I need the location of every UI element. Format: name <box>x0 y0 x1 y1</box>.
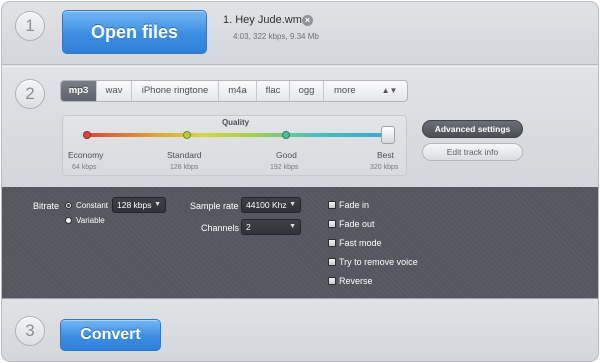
reverse-checkbox[interactable] <box>328 277 336 285</box>
file-name: 1. Hey Jude.wma <box>223 14 308 26</box>
tab-m4a[interactable]: m4a <box>219 81 257 101</box>
bitrate-constant-radio[interactable] <box>65 202 72 209</box>
quality-dot-good[interactable] <box>282 131 290 139</box>
app-window: 1 Open files 1. Hey Jude.wma × 4:03, 322… <box>1 1 599 362</box>
reverse-label: Reverse <box>339 276 373 286</box>
fast-mode-label: Fast mode <box>339 238 382 248</box>
sample-rate-select[interactable]: 44100 Khz ▼ <box>241 197 301 213</box>
bitrate-select[interactable]: 128 kbps ▼ <box>112 197 166 213</box>
bitrate-variable-label: Variable <box>76 216 105 225</box>
quality-label-economy: Economy <box>68 150 104 160</box>
quality-slider-panel: Quality Economy 64 kbps Standard 128 kbp… <box>62 115 407 176</box>
step-number-3: 3 <box>15 316 45 346</box>
sample-rate-label: Sample rate <box>190 201 239 211</box>
sample-rate-select-value: 44100 Khz <box>246 200 287 210</box>
fast-mode-checkbox[interactable] <box>328 239 336 247</box>
fade-in-checkbox[interactable] <box>328 201 336 209</box>
format-tabs: mp3 wav iPhone ringtone m4a flac ogg mor… <box>60 80 408 102</box>
quality-bitrate-good: 192 kbps <box>270 164 299 171</box>
bitrate-variable-radio[interactable] <box>65 217 72 224</box>
bitrate-label: Bitrate <box>33 201 60 211</box>
fade-in-label: Fade in <box>339 200 370 210</box>
step-format-quality: 2 mp3 wav iPhone ringtone m4a flac ogg m… <box>2 66 598 187</box>
quality-bitrate-best: 320 kbps <box>370 164 399 171</box>
step-number-2: 2 <box>15 79 45 109</box>
open-files-button[interactable]: Open files <box>62 10 207 54</box>
bitrate-select-value: 128 kbps <box>117 200 152 210</box>
tab-iphone-ringtone[interactable]: iPhone ringtone <box>132 81 219 101</box>
quality-label-best: Best <box>377 150 395 160</box>
remove-voice-checkbox[interactable] <box>328 258 336 266</box>
tab-flac[interactable]: flac <box>257 81 290 101</box>
quality-dot-economy[interactable] <box>83 131 91 139</box>
quality-dot-standard[interactable] <box>183 131 191 139</box>
quality-bitrate-economy: 64 kbps <box>72 164 97 171</box>
channels-select-value: 2 <box>246 222 251 232</box>
quality-slider-thumb[interactable] <box>381 126 395 144</box>
quality-track[interactable] <box>87 133 389 137</box>
channels-label: Channels <box>201 223 240 233</box>
chevron-down-icon: ▼ <box>289 201 296 208</box>
quality-bitrate-standard: 128 kbps <box>170 164 199 171</box>
chevron-down-icon: ▼ <box>154 201 161 208</box>
quality-title: Quality <box>221 118 250 127</box>
quality-label-good: Good <box>276 150 297 160</box>
close-icon[interactable]: × <box>302 15 313 26</box>
bitrate-constant-label: Constant <box>76 201 109 210</box>
advanced-settings-button[interactable]: Advanced settings <box>422 120 523 138</box>
channels-select[interactable]: 2 ▼ <box>241 219 301 235</box>
tab-wav[interactable]: wav <box>97 81 132 101</box>
file-meta: 4:03, 322 kbps, 9.34 Mb <box>233 32 319 41</box>
edit-track-info-button[interactable]: Edit track info <box>422 143 523 161</box>
tab-more[interactable]: more <box>324 81 372 101</box>
chevron-down-icon: ▼ <box>289 223 296 230</box>
fade-out-checkbox[interactable] <box>328 220 336 228</box>
step-convert: 3 Convert <box>2 298 598 361</box>
remove-voice-label: Try to remove voice <box>339 257 418 267</box>
step-open-files: 1 Open files 1. Hey Jude.wma × 4:03, 322… <box>2 2 598 65</box>
step-number-1: 1 <box>15 11 45 41</box>
chevron-updown-icon[interactable]: ▲▼ <box>372 81 407 101</box>
advanced-settings-panel: Bitrate Constant Variable 128 kbps ▼ Sam… <box>2 187 598 298</box>
tab-ogg[interactable]: ogg <box>290 81 324 101</box>
convert-button[interactable]: Convert <box>60 319 161 351</box>
fade-out-label: Fade out <box>339 219 375 229</box>
tab-mp3[interactable]: mp3 <box>61 81 97 101</box>
quality-label-standard: Standard <box>167 150 202 160</box>
